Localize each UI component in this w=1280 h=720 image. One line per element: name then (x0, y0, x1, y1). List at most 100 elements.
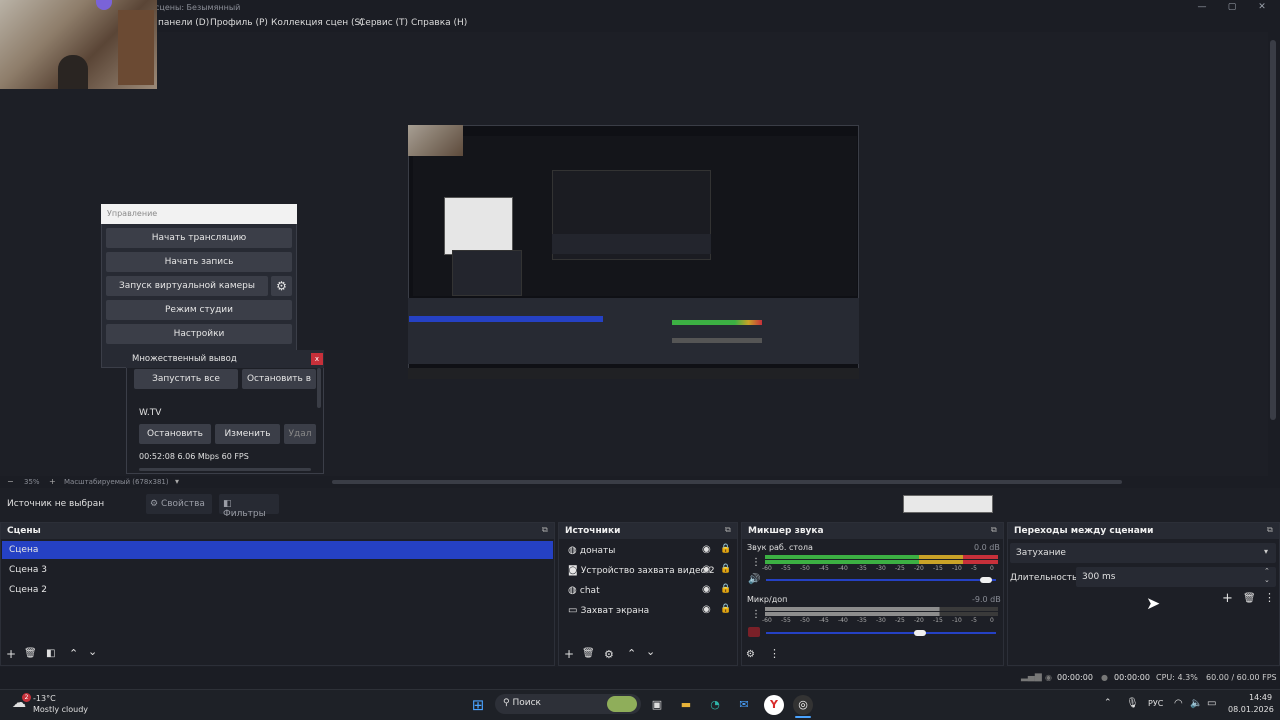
source-item-label: chat (579, 586, 600, 596)
minimize-button[interactable]: — (1186, 0, 1218, 14)
yandex-browser-icon[interactable]: Y (764, 695, 784, 715)
advanced-audio-icon[interactable]: ⚙ (746, 649, 755, 660)
meter-tick-label: -30 (876, 565, 886, 572)
duration-spinner[interactable]: ⌃ ⌄ (1264, 567, 1270, 585)
remove-scene-button[interactable]: 🗑 (24, 648, 37, 659)
eye-icon[interactable]: ◉ (702, 604, 711, 615)
menu-tools[interactable]: Сервис (T) (359, 18, 408, 28)
lock-icon[interactable]: 🔒 (720, 544, 731, 554)
channel-menu-icon[interactable]: ⋮ (751, 557, 761, 568)
move-scene-down-button[interactable]: ⌄ (88, 645, 97, 658)
remove-source-button[interactable]: 🗑 (582, 648, 595, 659)
sources-dock-title: Источники (559, 523, 737, 539)
transition-type-select[interactable]: Затухание (1010, 543, 1276, 563)
search-highlight-icon[interactable] (607, 696, 637, 712)
scene-item[interactable]: Сцена 2 (2, 581, 553, 599)
remove-transition-button[interactable]: 🗑 (1243, 593, 1256, 604)
weather-description[interactable]: Mostly cloudy (33, 705, 88, 714)
mixer-channel-name: Звук раб. стола (747, 543, 813, 552)
windows-start-icon[interactable]: ⊞ (468, 695, 488, 715)
source-properties-button[interactable]: ⚙ (604, 648, 614, 661)
volume-slider-handle[interactable] (979, 577, 992, 583)
virtual-camera-settings-button[interactable]: ⚙ (271, 276, 292, 296)
multiple-output-scrollbar[interactable] (317, 368, 321, 408)
volume-icon[interactable]: 🔈 (1190, 698, 1202, 709)
battery-icon[interactable]: ▭ (1207, 698, 1216, 709)
chevron-down-icon[interactable]: ▾ (1264, 547, 1268, 556)
scene-filters-button[interactable]: ◧ (46, 648, 55, 659)
speaker-icon[interactable]: 🔊 (748, 574, 760, 585)
undock-icon[interactable]: ⧉ (991, 525, 997, 535)
preview-scale-mode[interactable]: Масштабируемый (678x381) (64, 478, 169, 486)
settings-button[interactable]: Настройки (106, 324, 292, 344)
meter-ticks: -60 -55 -50 -45 -40 -35 -30 -25 -20 -15 -10 -5 0 (762, 565, 998, 573)
duration-input[interactable]: 300 ms (1076, 567, 1276, 587)
lock-icon[interactable]: 🔒 (720, 584, 731, 594)
multiple-output-hscrollbar[interactable] (139, 468, 311, 471)
studio-mode-button[interactable]: Режим студии (106, 300, 292, 320)
menu-scene-collection[interactable]: Коллекция сцен (S) (271, 18, 364, 28)
move-source-down-button[interactable]: ⌄ (646, 645, 655, 658)
input-language[interactable]: РУС (1148, 699, 1163, 708)
start-all-button[interactable]: Запустить все (134, 369, 238, 389)
mic-muted-icon[interactable] (748, 627, 760, 637)
edit-output-button[interactable]: Изменить (215, 424, 280, 444)
menu-docks[interactable]: панели (D) (158, 18, 209, 28)
add-transition-button[interactable]: + (1222, 591, 1233, 606)
scene-item[interactable]: Сцена (2, 541, 553, 559)
weather-temperature[interactable]: -13°C (33, 694, 56, 703)
move-source-up-button[interactable]: ⌃ (627, 647, 636, 660)
plus-icon: + (1222, 591, 1233, 606)
close-window-button[interactable]: ✕ (1246, 0, 1278, 14)
eye-icon[interactable]: ◉ (702, 584, 711, 595)
lock-icon[interactable]: 🔒 (720, 564, 731, 574)
microphone-icon[interactable]: 🎙 (1126, 698, 1139, 709)
undock-icon[interactable]: ⧉ (725, 525, 731, 535)
transition-menu-icon[interactable]: ⋮ (1264, 591, 1275, 604)
preview-horizontal-scrollbar[interactable] (332, 480, 1122, 484)
camera-icon: ◙ (568, 565, 581, 576)
meter-tick-label: -60 (762, 565, 772, 572)
eye-icon[interactable]: ◉ (702, 564, 711, 575)
file-explorer-icon[interactable]: ▬ (676, 695, 696, 715)
stop-output-button[interactable]: Остановить (139, 424, 211, 444)
chevron-down-icon[interactable]: ▾ (175, 477, 179, 486)
start-streaming-button[interactable]: Начать трансляцию (106, 228, 292, 248)
filters-button[interactable]: ◧ Фильтры (219, 494, 279, 519)
start-recording-button[interactable]: Начать запись (106, 252, 292, 272)
stop-all-button[interactable]: Остановить в (242, 369, 316, 389)
mail-icon[interactable]: ✉ (734, 695, 754, 715)
preview-vertical-scrollbar-thumb[interactable] (1270, 40, 1276, 420)
meter-tick-label: -60 (762, 617, 772, 624)
clock-time[interactable]: 14:49 (1249, 693, 1272, 702)
menu-profile[interactable]: Профиль (P) (210, 18, 268, 28)
volume-slider-track[interactable] (766, 632, 996, 634)
volume-slider-handle[interactable] (914, 630, 927, 636)
channel-menu-icon[interactable]: ⋮ (751, 609, 761, 620)
add-source-button[interactable]: + (564, 647, 574, 661)
filter-icon: ◧ (46, 648, 56, 659)
lock-icon[interactable]: 🔒 (720, 604, 731, 614)
obs-icon[interactable]: ◎ (793, 695, 813, 715)
eye-icon[interactable]: ◉ (702, 544, 711, 555)
delete-output-button[interactable]: Удал (284, 424, 316, 444)
edge-browser-icon[interactable]: ◔ (705, 695, 725, 715)
volume-slider-track[interactable] (766, 579, 996, 581)
move-scene-up-button[interactable]: ⌃ (69, 647, 78, 660)
undock-icon[interactable]: ⧉ (542, 525, 548, 535)
mixer-menu-icon[interactable]: ⋮ (769, 647, 780, 660)
scene-item[interactable]: Сцена 3 (2, 561, 553, 579)
undock-icon[interactable]: ⧉ (1267, 525, 1273, 535)
properties-button[interactable]: ⚙ Свойства (146, 494, 212, 514)
start-virtual-camera-button[interactable]: Запуск виртуальной камеры (106, 276, 268, 296)
zoom-in-button[interactable]: + (49, 477, 56, 486)
maximize-button[interactable]: ▢ (1216, 0, 1248, 14)
clock-date[interactable]: 08.01.2026 (1228, 705, 1274, 714)
tray-overflow-icon[interactable]: ⌃ (1104, 698, 1112, 708)
multiple-output-close-button[interactable]: x (311, 353, 323, 365)
add-scene-button[interactable]: + (6, 647, 16, 661)
task-view-icon[interactable]: ▣ (647, 695, 667, 715)
zoom-out-button[interactable]: − (7, 477, 14, 486)
wifi-icon[interactable]: ◠ (1174, 698, 1183, 709)
menu-help[interactable]: Справка (H) (411, 18, 467, 28)
